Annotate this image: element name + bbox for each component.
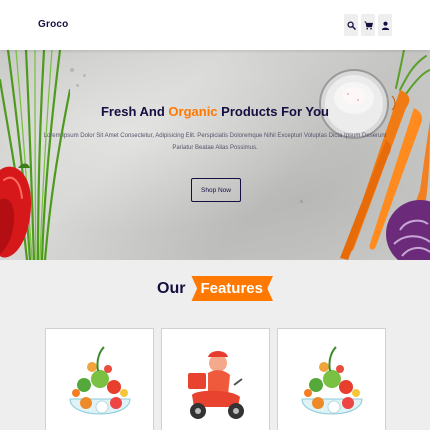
- navbar: Groco: [0, 0, 430, 50]
- hero-title: Fresh And Organic Products For You: [100, 104, 330, 119]
- user-button[interactable]: [378, 14, 392, 36]
- hero-banner: Fresh And Organic Products For You Lorem…: [0, 50, 430, 260]
- cart-icon: [363, 21, 373, 30]
- feature-card[interactable]: [46, 329, 153, 430]
- hero-title-accent: Organic: [168, 104, 218, 119]
- feature-card[interactable]: [162, 329, 269, 430]
- feature-card[interactable]: [278, 329, 385, 430]
- hero-content: Fresh And Organic Products For You Lorem…: [0, 50, 430, 260]
- logo[interactable]: Groco: [38, 19, 68, 30]
- features-section: Our Features: [0, 260, 430, 430]
- features-heading-accent: Features: [191, 276, 273, 301]
- vegetable-bowl-image: [301, 346, 363, 415]
- search-button[interactable]: [344, 14, 358, 36]
- user-icon: [381, 21, 389, 30]
- features-heading: Our Features: [0, 276, 430, 301]
- nav-icons: [344, 14, 392, 36]
- features-heading-dark: Our: [157, 279, 186, 297]
- cart-button[interactable]: [361, 14, 375, 36]
- shop-now-button[interactable]: Shop Now: [191, 178, 241, 202]
- delivery-scooter-image: [188, 351, 244, 419]
- hero-description: Lorem Ipsum Dolor Sit Amet Consectetur, …: [43, 133, 387, 151]
- vegetable-bowl-image: [69, 346, 131, 415]
- search-icon: [346, 20, 356, 30]
